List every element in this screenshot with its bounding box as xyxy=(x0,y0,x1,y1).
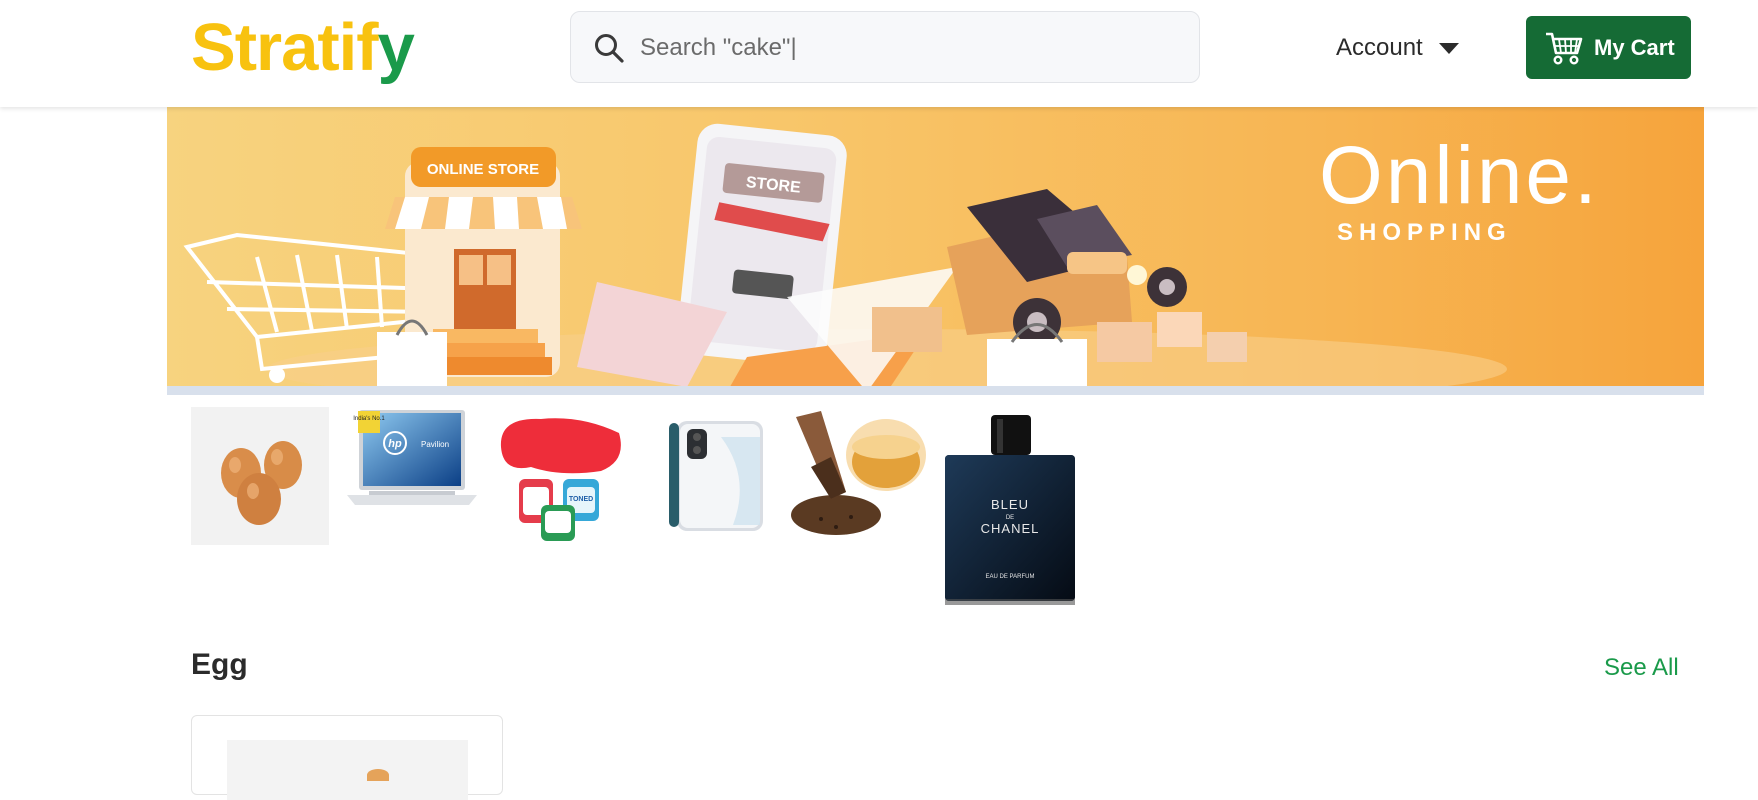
banner-subline: SHOPPING xyxy=(1337,219,1512,246)
logo-text-accent: y xyxy=(377,10,415,85)
eggs-thumbnail[interactable] xyxy=(191,407,329,545)
perfume-line1: BLEU xyxy=(991,497,1029,512)
laptop-thumbnail[interactable]: India's No.1 hp Pavilion xyxy=(341,407,479,545)
mustard-oil-thumbnail[interactable] xyxy=(791,407,929,545)
search-input[interactable] xyxy=(640,30,1160,66)
perfume-line4: EAU DE PARFUM xyxy=(986,574,1035,580)
store-sign-text: ONLINE STORE xyxy=(427,161,539,178)
laptop-model-text: Pavilion xyxy=(421,440,449,449)
smartphone-image xyxy=(669,421,763,531)
laptop-image: India's No.1 hp Pavilion xyxy=(347,410,477,505)
egg-image-top xyxy=(367,769,389,781)
laptop-brand-text: hp xyxy=(388,438,402,450)
shopping-cart-icon xyxy=(1546,32,1583,65)
see-all-link[interactable]: See All xyxy=(1604,654,1679,682)
my-cart-button[interactable]: My Cart xyxy=(1526,16,1691,79)
milk-packets-image: TONED xyxy=(500,418,621,541)
perfume-bottle-image: BLEU DE CHANEL EAU DE PARFUM xyxy=(945,415,1075,605)
eggs-image xyxy=(221,441,302,525)
section-title-egg: Egg xyxy=(191,648,248,681)
logo-text-main: Stratif xyxy=(191,10,379,85)
promo-banner[interactable]: ONLINE STORE STORE Online. SHOPPING xyxy=(167,107,1704,395)
perfume-line3: CHANEL xyxy=(981,521,1040,536)
mustard-oil-image xyxy=(791,411,926,535)
stratify-logo[interactable]: Stratify xyxy=(191,8,415,88)
perfume-thumbnail[interactable]: BLEU DE CHANEL EAU DE PARFUM xyxy=(941,407,1079,607)
top-header: Stratify Account My Cart xyxy=(0,0,1758,107)
product-card[interactable] xyxy=(191,715,503,800)
milk-thumbnail[interactable]: TONED xyxy=(491,407,629,545)
search-bar[interactable] xyxy=(570,11,1200,83)
milk-label-text: TONED xyxy=(569,496,593,503)
phone-thumbnail[interactable] xyxy=(641,407,779,545)
account-label: Account xyxy=(1336,34,1423,61)
product-image xyxy=(227,740,468,800)
cart-label: My Cart xyxy=(1594,34,1675,60)
laptop-badge-text: India's No.1 xyxy=(353,416,385,422)
search-icon xyxy=(595,34,624,63)
caret-down-icon xyxy=(1438,42,1459,54)
account-dropdown[interactable]: Account xyxy=(1336,30,1459,66)
banner-bottom-strip xyxy=(167,386,1704,395)
banner-headline: Online. xyxy=(1319,130,1600,221)
